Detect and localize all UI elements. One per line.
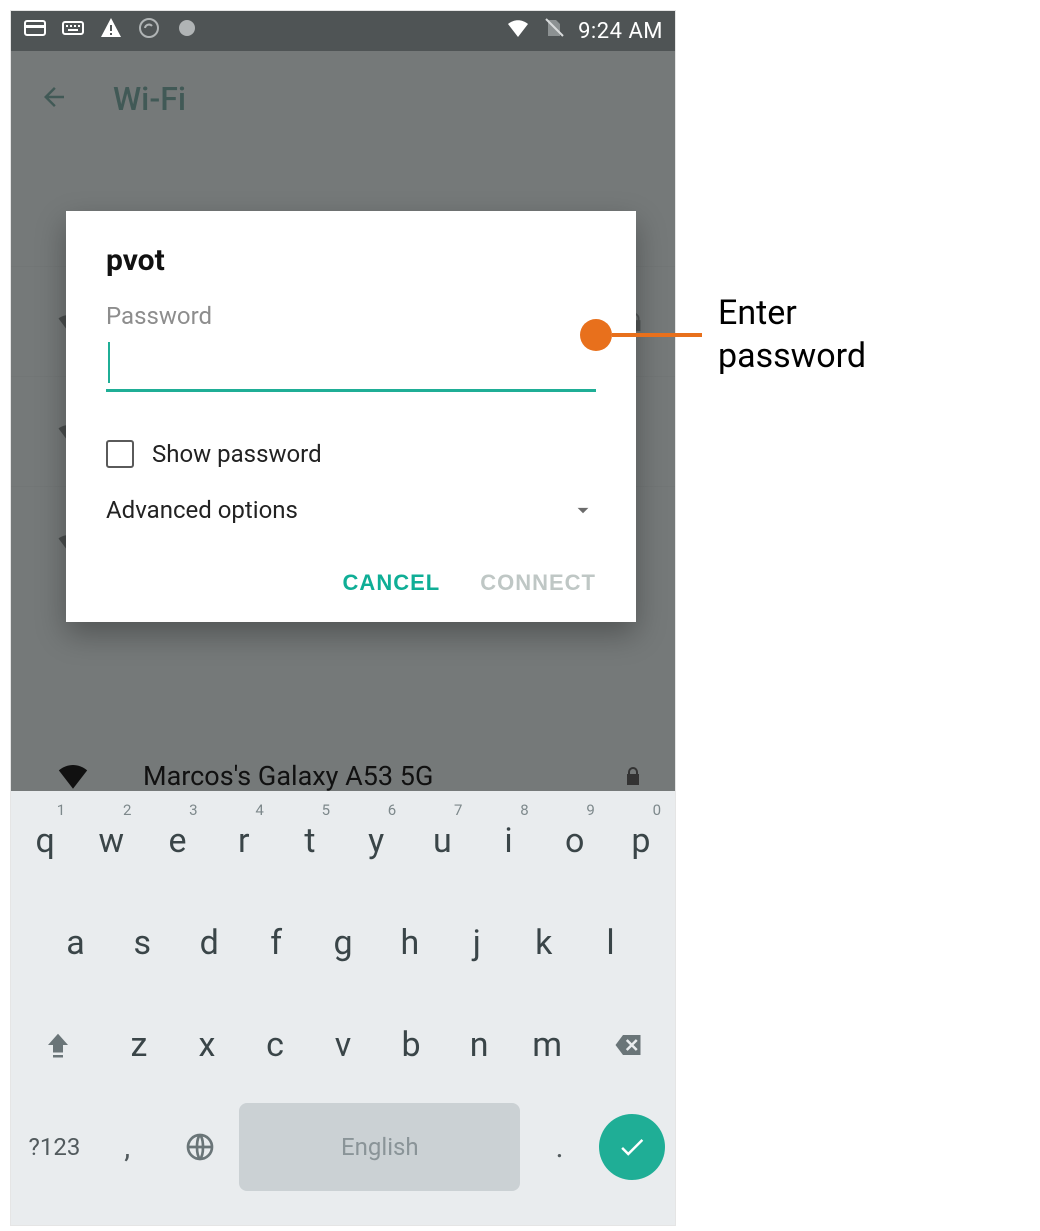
- callout-line: [612, 333, 702, 337]
- callout-text: Enter password: [718, 292, 866, 377]
- key-enter[interactable]: [599, 1114, 665, 1180]
- key-z[interactable]: z: [108, 1001, 170, 1089]
- password-field[interactable]: [106, 336, 596, 392]
- key-period[interactable]: .: [526, 1103, 593, 1191]
- advanced-options-label: Advanced options: [106, 496, 298, 524]
- key-l[interactable]: l: [580, 899, 641, 987]
- cancel-button[interactable]: CANCEL: [343, 570, 441, 596]
- key-t[interactable]: t5: [280, 797, 340, 885]
- key-w[interactable]: w2: [81, 797, 141, 885]
- key-v[interactable]: v: [312, 1001, 374, 1089]
- key-e[interactable]: e3: [147, 797, 207, 885]
- key-g[interactable]: g: [313, 899, 374, 987]
- advanced-options-row[interactable]: Advanced options: [106, 496, 596, 524]
- key-i[interactable]: i8: [478, 797, 538, 885]
- globe-icon[interactable]: [167, 1103, 234, 1191]
- dialog-ssid: pvot: [106, 243, 596, 278]
- status-bar: 9:24 AM: [11, 11, 675, 51]
- key-f[interactable]: f: [246, 899, 307, 987]
- wifi-name: Marcos's Galaxy A53 5G: [143, 760, 433, 792]
- app-content: Wi-Fi Marcos's Galaxy A53 5G pvot Passwo…: [11, 51, 675, 1225]
- key-shift[interactable]: [15, 1001, 102, 1089]
- sync-icon: [137, 16, 161, 46]
- key-d[interactable]: d: [179, 899, 240, 987]
- key-q[interactable]: q1: [15, 797, 75, 885]
- key-y[interactable]: y6: [346, 797, 406, 885]
- connect-button[interactable]: CONNECT: [480, 570, 596, 596]
- show-password-row[interactable]: Show password: [106, 440, 596, 468]
- clock-text: 9:24 AM: [578, 19, 663, 44]
- key-backspace[interactable]: [584, 1001, 671, 1089]
- callout-dot-icon: [580, 319, 612, 351]
- key-symbols[interactable]: ?123: [21, 1103, 88, 1191]
- card-icon: [23, 16, 47, 46]
- key-r[interactable]: r4: [214, 797, 274, 885]
- key-space[interactable]: English: [239, 1103, 520, 1191]
- wifi-status-icon: [506, 16, 530, 46]
- dialog-buttons: CANCEL CONNECT: [106, 564, 596, 602]
- key-k[interactable]: k: [513, 899, 574, 987]
- phone-frame: 9:24 AM Wi-Fi Marcos's Galaxy A53 5G: [10, 10, 676, 1226]
- key-h[interactable]: h: [379, 899, 440, 987]
- password-label: Password: [106, 302, 596, 330]
- wifi-password-dialog: pvot Password Show password Advanced opt…: [66, 211, 636, 622]
- key-n[interactable]: n: [448, 1001, 510, 1089]
- key-a[interactable]: a: [45, 899, 106, 987]
- key-x[interactable]: x: [176, 1001, 238, 1089]
- key-comma[interactable]: ,: [94, 1103, 161, 1191]
- chevron-down-icon: [570, 497, 596, 523]
- warning-icon: [99, 16, 123, 46]
- key-c[interactable]: c: [244, 1001, 306, 1089]
- key-s[interactable]: s: [112, 899, 173, 987]
- text-caret: [108, 342, 110, 383]
- keyboard-status-icon: [61, 16, 85, 46]
- soft-keyboard: q1w2e3r4t5y6u7i8o9p0 asdfghjkl zxcvbnm ?…: [11, 791, 675, 1225]
- key-j[interactable]: j: [446, 899, 507, 987]
- show-password-label: Show password: [152, 440, 322, 468]
- key-b[interactable]: b: [380, 1001, 442, 1089]
- callout-annotation: Enter password: [580, 292, 866, 377]
- key-m[interactable]: m: [516, 1001, 578, 1089]
- key-o[interactable]: o9: [545, 797, 605, 885]
- key-p[interactable]: p0: [611, 797, 671, 885]
- password-input[interactable]: [106, 336, 596, 389]
- key-u[interactable]: u7: [412, 797, 472, 885]
- dot-icon: [175, 16, 199, 46]
- no-sim-icon: [542, 16, 566, 46]
- checkbox-icon[interactable]: [106, 440, 134, 468]
